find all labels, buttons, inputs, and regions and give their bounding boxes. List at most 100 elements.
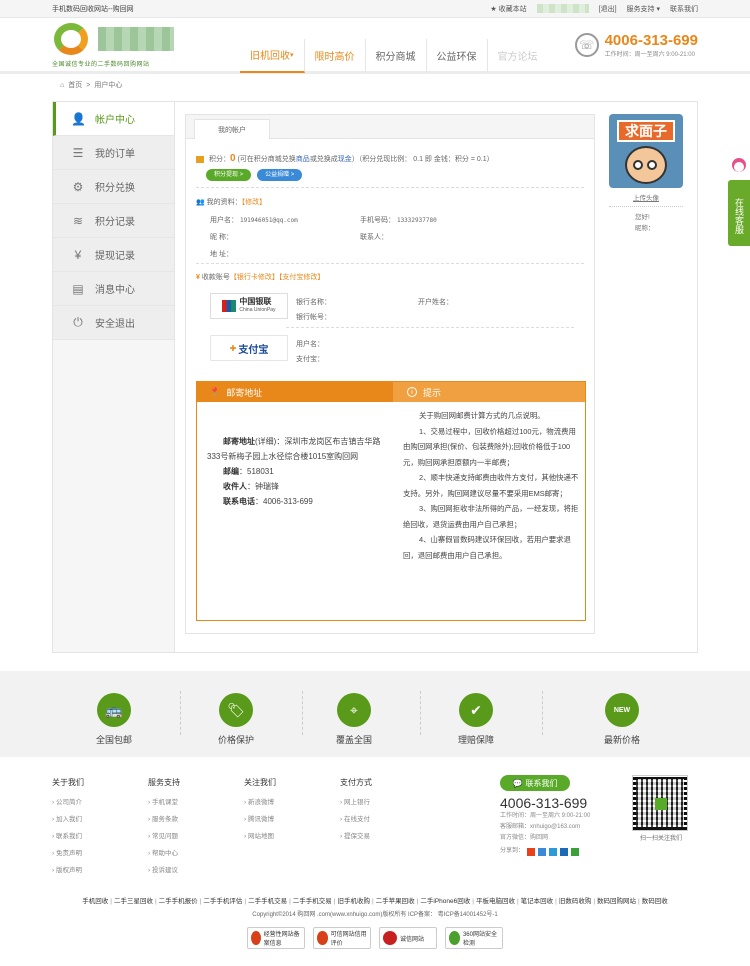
profile-card: 求面子 上传头像 您好! 昵称： [609,114,683,232]
tip-line-1: 1、交易过程中，回收价格超过100元，物流费用由购回网承担(保价、包装费除外);… [403,426,576,467]
badge-seal-icon [317,931,328,945]
bank-account-label: 银行帐号： [296,314,331,321]
nav-item-3[interactable]: 公益环保 [427,38,488,73]
bank-edit-link[interactable]: 【银行卡修改】 [230,274,279,281]
map-icon: ▤ [72,281,84,296]
seo-link[interactable]: 旧数码收购 [559,898,592,905]
seo-link[interactable]: 数码回购网站 [597,898,636,905]
footer-link[interactable]: › 服务条款 [148,811,238,828]
exchange-icon: ⚙ [72,179,84,194]
footer-link[interactable]: › 手机课堂 [148,794,238,811]
bank-name-label: 银行名称： [296,299,331,306]
nav-item-0[interactable]: 旧机回收 ▾ [240,38,305,73]
footer-link[interactable]: › 投诉建议 [148,862,238,879]
badge-seal-icon [449,931,460,945]
info-icon: i [407,387,417,397]
share-tencent-icon[interactable] [538,847,547,856]
share-weibo-icon[interactable] [527,847,536,856]
trust-badge-1[interactable]: 可信网站信用评价 [313,927,371,949]
tab-my-account[interactable]: 我的帐户 [194,119,270,139]
points-withdraw-button[interactable]: 积分提现 > [206,169,252,181]
logo-slogan: 全国诚信专业的二手数码回购网站 [52,62,150,68]
sidebar: 👤 帐户中心 ☰ 我的订单 ⚙ 积分兑换 ≋ 积分记录 ¥ 提现记录 ▤ 消息中心 ⏻ 安全退出 [53,102,175,652]
cash-link[interactable]: 现金 [338,156,352,163]
footer-hotline: 4006-313-699 [500,795,588,811]
footer-link[interactable]: › 腾讯微博 [244,811,334,828]
bus-icon: 🚌 [97,693,131,727]
sidebar-item-2[interactable]: ⚙ 积分兑换 [53,170,174,204]
logout-link[interactable]: [退出] [599,4,617,14]
mailing-phone-value: ：4006-313-699 [255,497,313,506]
chat-bubble-icon: 💬 [512,778,523,788]
tips-title: 提示 [423,387,442,398]
mailing-box: 📍 邮寄地址 i 提示 邮寄地址(详细)：深圳市龙岗区布吉镇吉华路333号新梅子园上… [196,381,586,621]
mall-goods-link[interactable]: 商品 [296,156,310,163]
nav-item-1[interactable]: 限时高价 [305,38,366,73]
site-name: 手机数码回收网站--购回网 [52,5,134,13]
share-row: 分享到： [500,846,620,857]
footer-link[interactable]: › 网站地图 [244,828,334,845]
sidebar-item-0[interactable]: 👤 帐户中心 [53,102,174,136]
share-qzone-icon[interactable] [549,847,558,856]
seo-link[interactable]: 手机回收 [82,898,108,905]
alipay-edit-link[interactable]: 【支付宝修改】 [279,274,325,281]
top-bar: 手机数码回收网站--购回网 ★ 收藏本站 [退出] 服务支持 ▾ 联系我们 [0,0,750,18]
footer-link[interactable]: › 免责声明 [52,845,142,862]
seo-link[interactable]: 二手三星回收 [114,898,153,905]
share-douban-icon[interactable] [571,847,580,856]
trust-badge-0[interactable]: 经营性网站备案信息 [247,927,305,949]
seo-link[interactable]: 二手手机评估 [203,898,242,905]
contact-link[interactable]: 联系我们 [670,4,698,14]
logo[interactable]: 全国诚信专业的二手数码回购网站 [52,21,192,68]
sidebar-item-4[interactable]: ¥ 提现记录 [53,238,174,272]
footer-link[interactable]: › 版权声明 [52,862,142,879]
breadcrumb-current: 用户中心 [94,82,123,89]
mailing-title: 邮寄地址 [226,387,263,398]
footer-link[interactable]: › 加入我们 [52,811,142,828]
sidebar-item-5[interactable]: ▤ 消息中心 [53,272,174,306]
address-label: 地 址： [210,251,233,258]
seo-link[interactable]: 二手手机交易 [293,898,332,905]
share-renren-icon[interactable] [560,847,569,856]
charity-donate-button[interactable]: 公益捐赠 > [257,169,303,181]
seo-link[interactable]: 旧手机收购 [337,898,370,905]
seo-link[interactable]: 笔记本回收 [521,898,554,905]
seo-link[interactable]: 二手手机报价 [159,898,198,905]
footer-link[interactable]: › 常见问题 [148,828,238,845]
footer-link[interactable]: › 联系我们 [52,828,142,845]
footer-link[interactable]: › 提保交易 [340,828,430,845]
footer-link[interactable]: › 在线支付 [340,811,430,828]
seo-link[interactable]: 二手手机交易 [248,898,287,905]
upload-avatar-link[interactable]: 上传头像 [609,192,683,202]
profile-edit-link[interactable]: 【修改】 [242,199,267,206]
seo-link[interactable]: 数码回收 [642,898,668,905]
footer-link[interactable]: › 公司简介 [52,794,142,811]
trust-badge-2[interactable]: 诚信网站 [379,927,437,949]
service-menu[interactable]: 服务支持 ▾ [627,4,660,14]
seo-link[interactable]: 平板电脑回收 [476,898,515,905]
nav-item-4[interactable]: 官方论坛 [488,39,548,73]
footer-col-0: 关于我们 › 公司简介 › 加入我们 › 联系我们 › 免责声明 › 版权声明 [52,777,142,879]
yen-icon: ¥ [74,247,82,262]
avatar: 求面子 [609,114,683,188]
footer-link[interactable]: › 帮助中心 [148,845,238,862]
footer-link[interactable]: › 网上银行 [340,794,430,811]
feature-3: ✔ 理赔保障 [440,693,512,746]
sidebar-item-6[interactable]: ⏻ 安全退出 [53,306,174,340]
sidebar-item-3[interactable]: ≋ 积分记录 [53,204,174,238]
trust-badge-3[interactable]: 360网站安全检测 [445,927,503,949]
nav-item-2[interactable]: 积分商城 [366,38,427,73]
contact-person-label: 联系人： [360,234,388,241]
favorite-link[interactable]: ★ 收藏本站 [490,4,526,14]
qr-code-icon [632,775,688,831]
footer-link[interactable]: › 新浪微博 [244,794,334,811]
contact-us-button[interactable]: 💬 联系我们 [500,775,570,791]
seo-link[interactable]: 二手苹果回收 [376,898,415,905]
sidebar-item-1[interactable]: ☰ 我的订单 [53,136,174,170]
nickname-link[interactable]: 昵称： [609,222,683,232]
breadcrumb-home[interactable]: 首页 [68,80,82,90]
online-service-float[interactable]: 在线客服 [728,156,750,248]
seo-link[interactable]: 二手iPhone6回收 [420,898,470,905]
features-bar: 🚌 全国包邮 🏷 价格保护 ⌖ 覆盖全国 ✔ 理赔保障 NEW 最新价格 [0,671,750,757]
tip-line-4: 4、山寨假冒数码建议环保回收，若用户要求退回，退回邮费由用户自己承担。 [403,535,571,560]
